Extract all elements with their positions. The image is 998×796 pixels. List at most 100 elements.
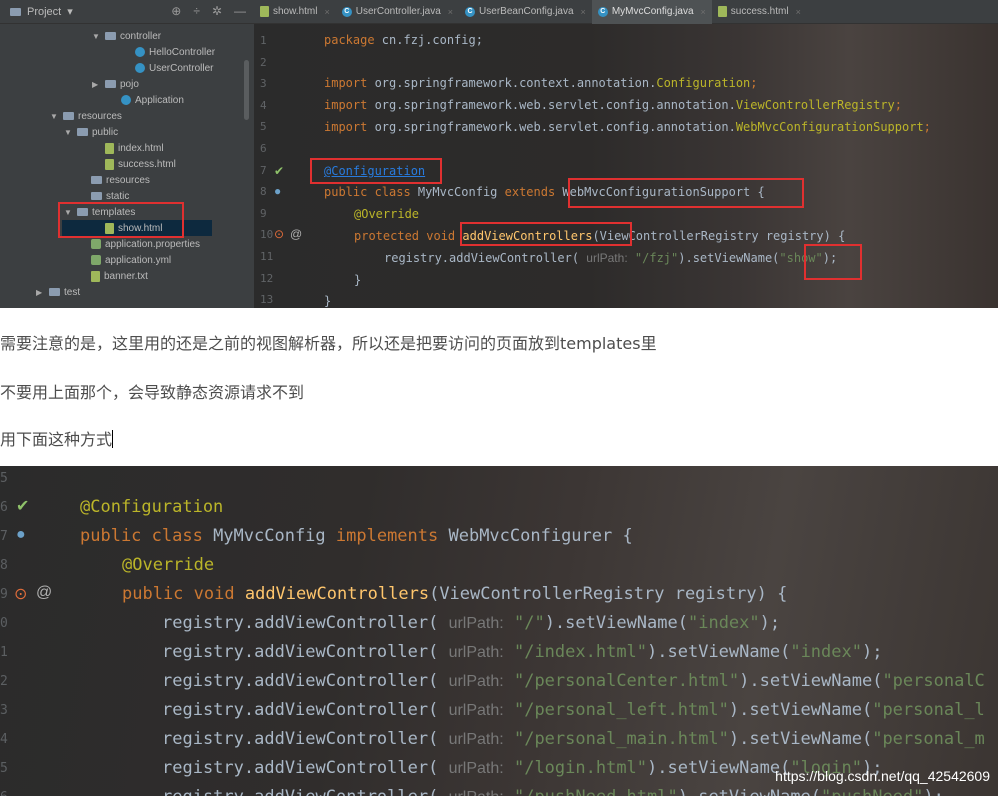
tree-item[interactable]: HelloController — [122, 44, 215, 60]
code-line-registry-call: registry.addViewController( urlPath: "/p… — [162, 700, 985, 720]
config-bean-icon: ✔ — [16, 498, 30, 515]
tree-item[interactable]: ▶ pojo — [92, 76, 139, 92]
project-dropdown[interactable]: Project — [27, 6, 61, 18]
editor-tab[interactable]: C UserController.java × — [336, 0, 459, 24]
class-icon: C — [465, 6, 476, 17]
gear-icon[interactable]: ✲ — [212, 4, 222, 18]
hide-icon[interactable]: — — [234, 4, 246, 18]
code-line-8: public class MyMvcConfig implements WebM… — [80, 526, 633, 546]
line-number: 6 — [0, 790, 8, 796]
tree-item-label: banner.txt — [104, 270, 148, 282]
ide-screenshot-bottom: 5678901234567 ✔ ● ⊙ @ @Configuration pub… — [0, 466, 998, 796]
tree-item[interactable]: resources — [78, 172, 150, 188]
tree-item-label: resources — [78, 110, 122, 122]
close-icon[interactable]: × — [324, 7, 329, 17]
line-number: 3 — [0, 703, 8, 718]
code-line-13: } — [324, 294, 332, 308]
tree-item[interactable]: ▼ controller — [92, 28, 161, 44]
line-number: 3 — [260, 77, 267, 91]
locate-icon[interactable]: ⊕ — [171, 4, 181, 18]
chevron-down-icon[interactable]: ▼ — [92, 32, 101, 41]
line-number: 6 — [0, 500, 8, 515]
highlight-configuration-box — [310, 158, 442, 184]
close-icon[interactable]: × — [448, 7, 453, 17]
chevron-down-icon[interactable]: ▼ — [64, 128, 73, 137]
folder-icon — [77, 128, 88, 136]
line-number: 5 — [0, 761, 8, 776]
tree-item[interactable]: UserController — [122, 60, 213, 76]
tree-item-label: Application — [135, 94, 184, 106]
code-line-10: public void addViewControllers(ViewContr… — [122, 584, 788, 604]
tree-item[interactable]: banner.txt — [78, 268, 148, 284]
override-icon[interactable]: ⊙ — [14, 584, 27, 604]
tree-item-label: resources — [106, 174, 150, 186]
line-number: 1 — [0, 645, 8, 660]
editor-tabs: show.html × C UserController.java × C UserBean… — [254, 0, 998, 24]
code-line-11: registry.addViewController( urlPath: "/f… — [384, 251, 838, 265]
note-paragraph-3: 用下面这种方式 — [0, 430, 114, 449]
tree-item[interactable]: success.html — [92, 156, 176, 172]
line-number: 0 — [0, 616, 8, 631]
close-icon[interactable]: × — [581, 7, 586, 17]
close-icon[interactable]: × — [796, 7, 801, 17]
html-file-icon — [717, 6, 727, 17]
editor-tab[interactable]: show.html × — [254, 0, 336, 24]
line-number: 8 — [0, 558, 8, 573]
tree-item-label: pojo — [120, 78, 139, 90]
tab-label: show.html — [273, 6, 318, 17]
code-line-registry-call: registry.addViewController( urlPath: "/i… — [162, 642, 883, 662]
bean-icon: ● — [16, 526, 26, 543]
tree-item[interactable]: ▼ public — [64, 124, 118, 140]
line-number: 2 — [260, 55, 267, 69]
editor-tab[interactable]: success.html × — [712, 0, 807, 24]
tree-item[interactable]: index.html — [92, 140, 164, 156]
code-line-registry-call: registry.addViewController( urlPath: "/p… — [162, 671, 985, 691]
code-line-12: } — [354, 273, 362, 287]
line-number: 2 — [0, 674, 8, 689]
class-icon — [121, 95, 131, 105]
class-icon — [135, 47, 145, 57]
project-icon — [10, 7, 21, 16]
close-icon[interactable]: × — [701, 7, 706, 17]
chevron-down-icon[interactable]: ▼ — [50, 112, 59, 121]
tree-item[interactable]: ▶ test — [36, 284, 80, 300]
code-line-registry-call: registry.addViewController( urlPath: "/"… — [162, 613, 781, 633]
code-line-3: import org.springframework.context.annot… — [324, 76, 758, 90]
tree-scrollbar[interactable] — [244, 60, 249, 120]
tree-item[interactable]: ▼ resources — [50, 108, 122, 124]
tree-item[interactable]: Application — [108, 92, 184, 108]
line-number: 7 — [0, 529, 8, 544]
folder-icon — [49, 288, 60, 296]
highlight-method-box — [460, 222, 632, 246]
tree-item[interactable]: application.yml — [78, 252, 171, 268]
line-number: 6 — [260, 142, 267, 155]
tree-item-label: HelloController — [149, 46, 216, 58]
editor-tab[interactable]: C MyMvcConfig.java × — [591, 0, 712, 24]
code-editor[interactable]: 1 2 3 4 5 6 7 8 9 10 11 12 13 ✔ ● ⊙ @ package cn.fzj… — [254, 24, 998, 308]
project-panel-header: Project ▾ ⊕ ÷ ✲ — — [0, 0, 254, 24]
highlight-viewname-box — [804, 244, 862, 280]
line-number: 12 — [260, 271, 274, 285]
tree-item-label: static — [106, 190, 130, 202]
tree-item-label: public — [92, 126, 119, 138]
collapse-icon[interactable]: ÷ — [193, 4, 200, 18]
config-bean-icon: ✔ — [274, 164, 285, 178]
chevron-down-icon[interactable]: ▾ — [67, 5, 73, 18]
override-icon[interactable]: ⊙ — [274, 227, 284, 241]
editor-tab[interactable]: C UserBeanConfig.java × — [459, 0, 592, 24]
chevron-right-icon[interactable]: ▶ — [36, 288, 45, 297]
annotation-icon: @ — [36, 584, 53, 601]
code-line-5: import org.springframework.web.servlet.c… — [324, 120, 931, 134]
tab-label: UserController.java — [355, 6, 441, 17]
tree-item-label: index.html — [118, 142, 164, 154]
tree-item[interactable]: application.properties — [78, 236, 200, 252]
watermark: https://blog.csdn.net/qq_42542609 — [775, 768, 990, 784]
chevron-right-icon[interactable]: ▶ — [92, 80, 101, 89]
tab-label: UserBeanConfig.java — [479, 6, 574, 17]
tree-item-label: test — [64, 286, 81, 298]
folder-icon — [63, 112, 74, 120]
line-number: 10 — [260, 228, 274, 242]
tab-label: MyMvcConfig.java — [611, 6, 694, 17]
file-icon — [105, 142, 114, 154]
folder-icon — [91, 176, 102, 184]
